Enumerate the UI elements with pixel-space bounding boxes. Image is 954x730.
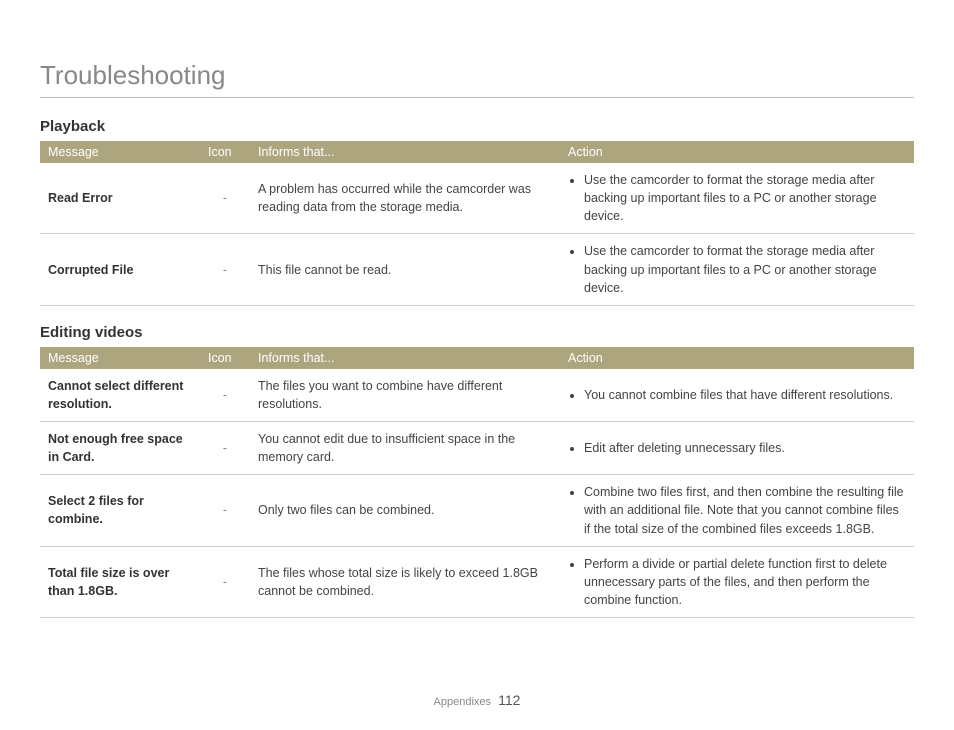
action-item: Use the camcorder to format the storage … <box>584 171 906 225</box>
table-row: Corrupted File-This file cannot be read.… <box>40 234 914 305</box>
action-item: Combine two files first, and then combin… <box>584 483 906 537</box>
action-item: Edit after deleting unnecessary files. <box>584 439 906 457</box>
cell-action: Combine two files first, and then combin… <box>560 475 914 546</box>
table-row: Select 2 files for combine.-Only two fil… <box>40 475 914 546</box>
header-action: Action <box>560 141 914 163</box>
action-item: Perform a divide or partial delete funct… <box>584 555 906 609</box>
cell-informs: This file cannot be read. <box>250 234 560 305</box>
cell-action: Perform a divide or partial delete funct… <box>560 546 914 617</box>
action-item: Use the camcorder to format the storage … <box>584 242 906 296</box>
cell-message: Read Error <box>40 163 200 234</box>
cell-informs: The files you want to combine have diffe… <box>250 369 560 422</box>
section-title: Editing videos <box>40 324 914 341</box>
cell-message: Cannot select different resolution. <box>40 369 200 422</box>
cell-message: Select 2 files for combine. <box>40 475 200 546</box>
header-message: Message <box>40 141 200 163</box>
header-informs: Informs that... <box>250 347 560 369</box>
footer-label: Appendixes <box>434 696 492 708</box>
cell-icon: - <box>200 475 250 546</box>
cell-icon: - <box>200 234 250 305</box>
header-informs: Informs that... <box>250 141 560 163</box>
header-action: Action <box>560 347 914 369</box>
troubleshooting-table: MessageIconInforms that...ActionRead Err… <box>40 141 914 306</box>
cell-action: Edit after deleting unnecessary files. <box>560 422 914 475</box>
table-row: Not enough free space in Card.-You canno… <box>40 422 914 475</box>
header-message: Message <box>40 347 200 369</box>
cell-message: Corrupted File <box>40 234 200 305</box>
cell-icon: - <box>200 422 250 475</box>
cell-informs: Only two files can be combined. <box>250 475 560 546</box>
cell-action: You cannot combine files that have diffe… <box>560 369 914 422</box>
cell-action: Use the camcorder to format the storage … <box>560 163 914 234</box>
table-row: Read Error-A problem has occurred while … <box>40 163 914 234</box>
cell-icon: - <box>200 163 250 234</box>
cell-informs: The files whose total size is likely to … <box>250 546 560 617</box>
cell-informs: You cannot edit due to insufficient spac… <box>250 422 560 475</box>
cell-icon: - <box>200 369 250 422</box>
table-row: Cannot select different resolution.-The … <box>40 369 914 422</box>
cell-message: Total file size is over than 1.8GB. <box>40 546 200 617</box>
cell-icon: - <box>200 546 250 617</box>
header-icon: Icon <box>200 141 250 163</box>
page-footer: Appendixes 112 <box>0 692 954 708</box>
header-icon: Icon <box>200 347 250 369</box>
troubleshooting-table: MessageIconInforms that...ActionCannot s… <box>40 347 914 618</box>
cell-informs: A problem has occurred while the camcord… <box>250 163 560 234</box>
cell-message: Not enough free space in Card. <box>40 422 200 475</box>
table-row: Total file size is over than 1.8GB.-The … <box>40 546 914 617</box>
section-title: Playback <box>40 118 914 135</box>
footer-page-number: 112 <box>498 692 520 708</box>
cell-action: Use the camcorder to format the storage … <box>560 234 914 305</box>
page-title: Troubleshooting <box>40 60 914 98</box>
action-item: You cannot combine files that have diffe… <box>584 386 906 404</box>
